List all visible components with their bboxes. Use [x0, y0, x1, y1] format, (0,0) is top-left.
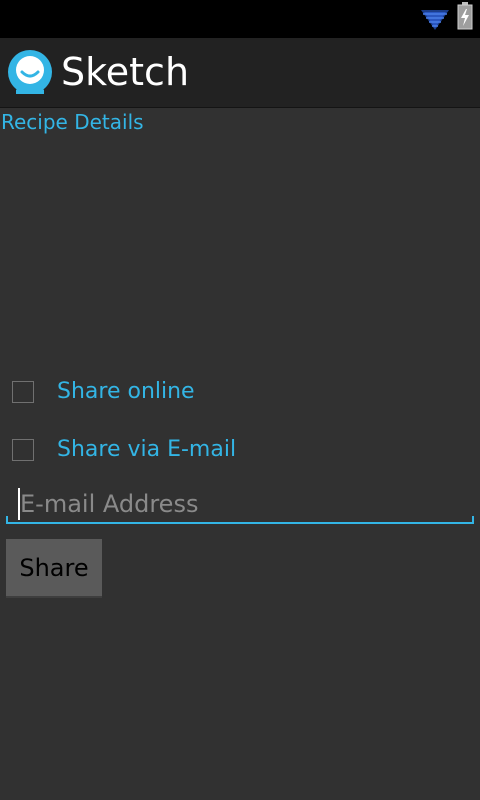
email-underline [6, 522, 474, 524]
share-button[interactable]: Share [6, 539, 102, 598]
email-underline-left-tick [6, 516, 8, 522]
share-email-label[interactable]: Share via E-mail [57, 435, 236, 465]
email-underline-right-tick [472, 516, 474, 522]
share-email-row[interactable]: Share via E-mail [0, 425, 300, 475]
share-online-label[interactable]: Share online [57, 377, 195, 407]
share-online-row[interactable]: Share online [0, 367, 300, 417]
share-email-checkbox[interactable] [12, 439, 34, 461]
app-logo-icon[interactable] [8, 50, 52, 94]
action-bar: Sketch [0, 38, 480, 108]
text-cursor [18, 488, 20, 520]
battery-charging-icon [457, 2, 473, 30]
email-input[interactable] [18, 484, 460, 524]
share-online-checkbox[interactable] [12, 381, 34, 403]
wifi-signal-icon [421, 10, 449, 30]
app-title: Sketch [61, 50, 190, 94]
email-field[interactable] [6, 482, 474, 528]
section-title: Recipe Details [1, 110, 144, 134]
status-bar [0, 0, 480, 38]
